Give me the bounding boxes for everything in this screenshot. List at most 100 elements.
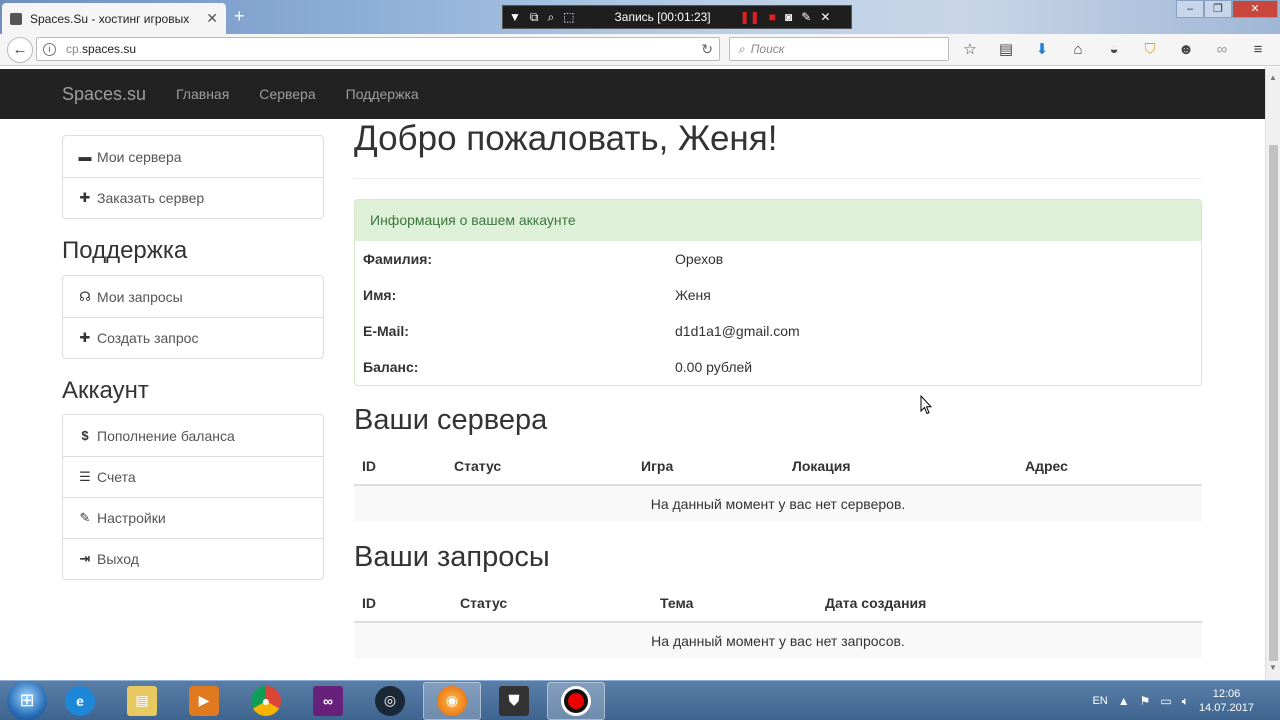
site-nav-links: Главная Сервера Поддержка [176,69,419,119]
mouse-cursor-icon [920,395,932,415]
sidebar-item-top-up-balance[interactable]: $ Пополнение баланса [63,415,323,456]
stop-icon[interactable]: ■ [769,10,776,24]
sidebar-item-logout[interactable]: ⇥ Выход [63,538,323,579]
tray-expand-icon[interactable]: ▲ [1118,694,1130,708]
language-indicator[interactable]: EN [1092,695,1107,707]
reading-list-icon[interactable]: ▤ [996,40,1016,60]
account-panel-title: Информация о вашем аккаунте [355,200,1201,241]
folder-icon: ▤ [127,685,157,716]
search-input[interactable]: ⌕ Поиск [729,37,949,61]
home-icon[interactable]: ⌂ [1068,40,1088,60]
region-icon[interactable]: ⬚ [563,10,574,24]
ie-icon: e [65,685,95,716]
bookmark-star-icon[interactable]: ☆ [960,40,980,60]
maximize-icon[interactable]: ❐ [1204,0,1232,18]
sidebar-item-my-requests[interactable]: ☊ Мои запросы [63,276,323,317]
network-icon[interactable]: ▭ [1160,694,1171,708]
account-row-balance: Баланс: 0.00 рублей [363,359,753,375]
servers-table-header: ID Статус Игра Локация Адрес [354,447,1202,486]
scroll-up-icon[interactable]: ▲ [1269,73,1277,82]
sidebar-item-settings[interactable]: ✎ Настройки [63,497,323,538]
account-menu: $ Пополнение баланса ☰ Счета ✎ Настройки… [62,414,324,580]
sidebar-item-create-request[interactable]: ✚ Создать запрос [63,317,323,358]
close-tab-icon[interactable]: ✕ [206,10,218,27]
info-icon[interactable]: i [43,42,56,56]
system-tray: EN ▲ ⚑ ▭ 🔈︎ 12:06 14.07.2017 [1092,681,1280,720]
browser-tab[interactable]: Spaces.Su - хостинг игровых ✕ [2,3,226,34]
download-icon[interactable]: ⬇ [1032,40,1052,60]
nav-link-servers[interactable]: Сервера [259,69,315,119]
volume-icon[interactable]: 🔈︎ [1182,694,1189,709]
page-scrollbar[interactable]: ▲ ▼ [1265,67,1280,680]
account-row-surname: Фамилия: Орехов [363,251,724,267]
account-row-email: E-Mail: d1d1a1@gmail.com [363,323,800,339]
dropdown-icon[interactable]: ▼ [509,10,521,24]
close-window-icon[interactable]: ✕ [1232,0,1278,18]
taskbar-ie[interactable]: e [51,682,109,720]
dollar-icon: $ [81,428,89,443]
taskbar-media[interactable]: ▶ [175,682,233,720]
browser-navigation-bar: ← i cp.spaces.su ↻ ⌕ Поиск ☆ ▤ ⬇ ⌂ ◒ ⛉ ☻… [0,34,1280,66]
pocket-icon[interactable]: ◒ [1104,40,1124,60]
nav-link-support[interactable]: Поддержка [346,69,419,119]
wot-icon: ⛊ [499,685,529,716]
account-info-panel: Информация о вашем аккаунте Фамилия: Оре… [354,199,1202,386]
windows-taskbar: ⊞ e ▤ ▶ ● ∞ ◎ ◉ ⛊ EN ▲ ⚑ ▭ 🔈︎ 12:06 14.0… [0,680,1280,720]
record-icon [561,685,591,716]
requests-table: ID Статус Тема Дата создания На данный м… [354,584,1202,659]
nav-link-home[interactable]: Главная [176,69,229,119]
zoom-icon[interactable]: ⌕ [547,10,554,25]
profile-icon[interactable]: ☻ [1176,40,1196,60]
headphones-icon: ☊ [79,288,91,304]
window-controls: – ❐ ✕ [1176,0,1278,18]
servers-table: ID Статус Игра Локация Адрес На данный м… [354,447,1202,522]
divider [354,178,1201,179]
taskbar-visual-studio[interactable]: ∞ [299,682,357,720]
support-menu: ☊ Мои запросы ✚ Создать запрос [62,275,324,359]
search-icon: ⌕ [738,41,745,56]
pencil-icon[interactable]: ✎ [801,10,811,24]
sidebar-item-order-server[interactable]: ✚ Заказать сервер [63,177,323,218]
extension-shield-icon[interactable]: ⛉ [1140,40,1160,60]
back-arrow-icon[interactable]: ← [7,36,33,63]
media-player-icon: ▶ [189,685,219,716]
servers-empty-message: На данный момент у вас нет серверов. [354,486,1202,522]
start-button[interactable]: ⊞ [7,680,47,720]
camera-icon[interactable]: ◙ [785,10,792,24]
site-navbar: Spaces.su Главная Сервера Поддержка [0,69,1265,119]
search-placeholder: Поиск [750,42,785,56]
menu-icon[interactable]: ≡ [1248,40,1268,60]
sync-icon[interactable]: ∞ [1212,40,1232,60]
servers-heading: Ваши сервера [354,404,548,436]
taskbar-chrome[interactable]: ● [237,682,295,720]
wrench-icon: ✎ [79,510,91,525]
new-tab-icon[interactable]: + [234,6,245,27]
sidebar-item-invoices[interactable]: ☰ Счета [63,456,323,497]
taskbar-steam[interactable]: ◎ [361,682,419,720]
taskbar-world-of-tanks[interactable]: ⛊ [485,682,543,720]
taskbar-firefox[interactable]: ◉ [423,681,481,720]
requests-heading: Ваши запросы [354,541,550,573]
pause-icon[interactable]: ❚❚ [740,10,760,24]
account-heading: Аккаунт [62,377,149,404]
server-icon: ▬ [78,149,92,164]
flag-icon[interactable]: ⚑ [1140,694,1151,708]
taskbar-recorder[interactable] [547,681,605,720]
address-bar[interactable]: i cp.spaces.su ↻ [36,37,720,61]
minimize-icon[interactable]: – [1176,0,1204,18]
page-viewport: Spaces.su Главная Сервера Поддержка ▬ Мо… [0,67,1265,680]
close-recorder-icon[interactable]: ✕ [820,10,830,24]
site-brand[interactable]: Spaces.su [62,69,146,119]
reload-icon[interactable]: ↻ [701,41,713,58]
clock[interactable]: 12:06 14.07.2017 [1199,687,1254,715]
browser-tab-strip: Spaces.Su - хостинг игровых ✕ + ▼ ⧉ ⌕ ⬚ … [0,0,1280,34]
logout-icon: ⇥ [79,551,91,566]
window-icon[interactable]: ⧉ [530,10,539,25]
scrollbar-thumb[interactable] [1269,145,1278,661]
taskbar-explorer[interactable]: ▤ [113,682,171,720]
list-icon: ☰ [79,469,91,484]
scroll-down-icon[interactable]: ▼ [1269,663,1277,672]
toolbar-icons: ☆ ▤ ⬇ ⌂ ◒ ⛉ ☻ ∞ ≡ [960,40,1268,60]
sidebar-item-my-servers[interactable]: ▬ Мои сервера [63,136,323,177]
url-text[interactable]: cp.spaces.su [66,42,691,56]
